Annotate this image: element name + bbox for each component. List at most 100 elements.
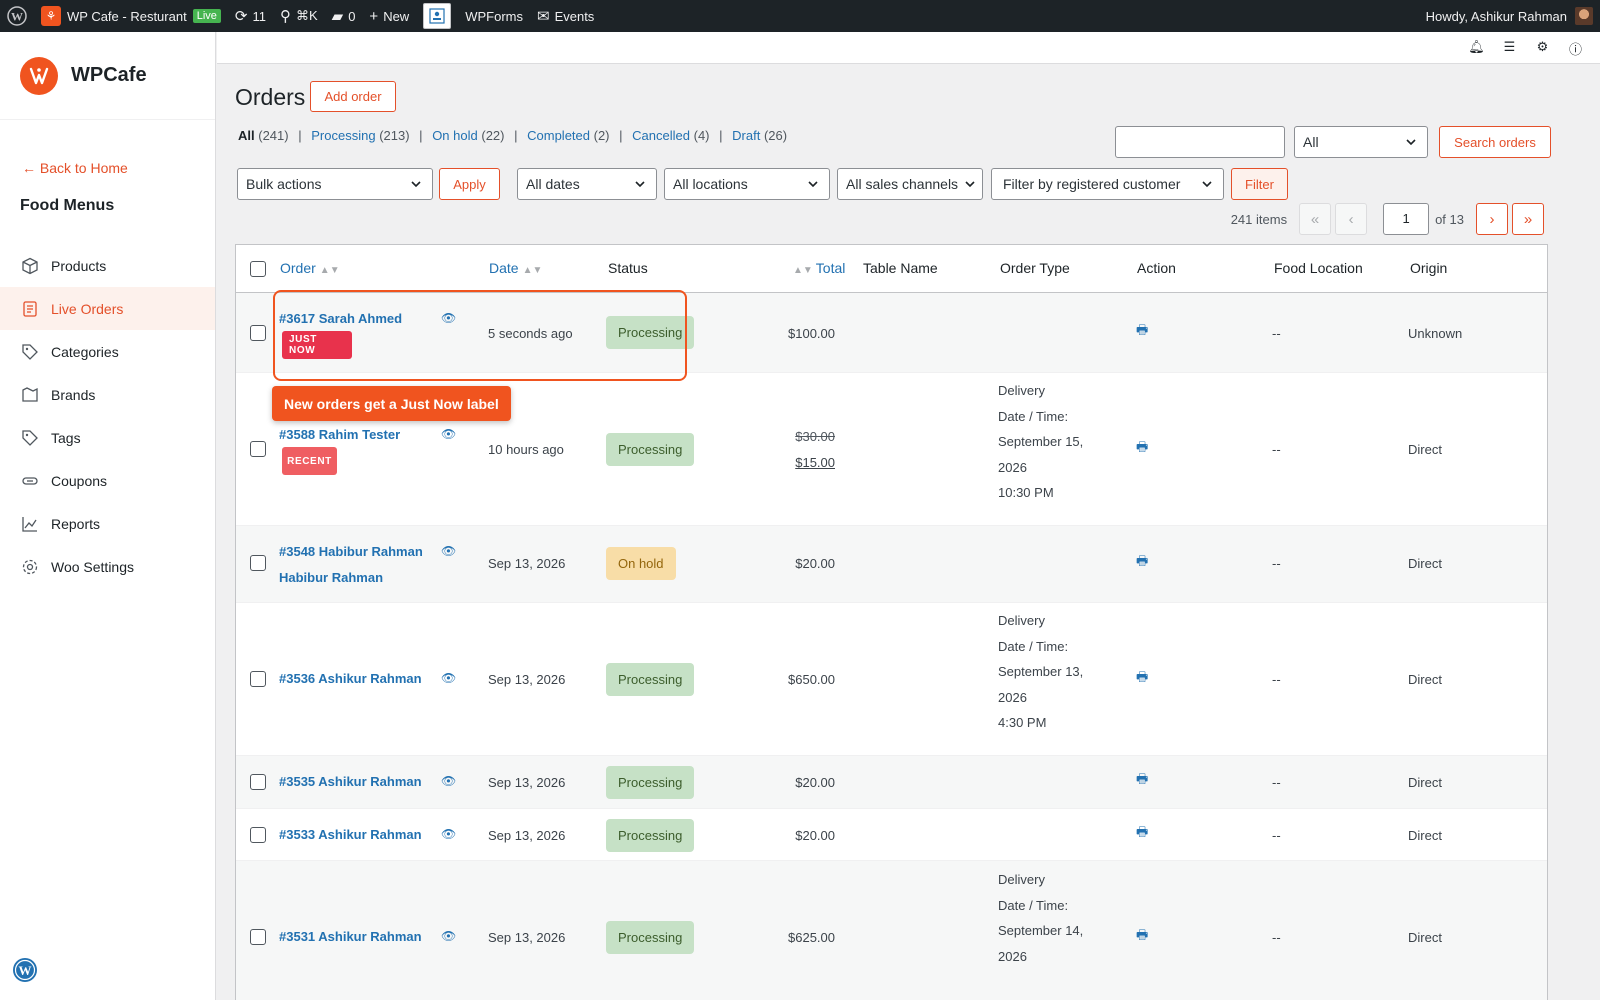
filter-count: (26) xyxy=(763,128,788,143)
table-row[interactable]: #3533 Ashikur Rahman 👁︎ Sep 13, 2026 Pro… xyxy=(236,809,1547,861)
sidebar-item-woo-settings[interactable]: Woo Settings xyxy=(0,545,215,588)
chevron-down-icon xyxy=(964,177,976,193)
select-all-checkbox[interactable] xyxy=(250,261,266,277)
order-link[interactable]: #3535 Ashikur Rahman xyxy=(279,774,422,789)
column-total[interactable]: ▲▼ Total xyxy=(793,260,845,276)
print-icon[interactable]: 🖶 xyxy=(1136,438,1148,460)
order-link[interactable]: #3531 Ashikur Rahman xyxy=(279,929,422,944)
order-link[interactable]: #3548 Habibur Rahman xyxy=(279,544,423,559)
order-link[interactable]: #3588 Rahim Tester xyxy=(279,427,400,442)
locations-select[interactable]: All locations xyxy=(664,168,830,200)
bulk-actions-select[interactable]: Bulk actions xyxy=(237,168,433,200)
order-link[interactable]: #3536 Ashikur Rahman xyxy=(279,671,422,686)
sidebar-item-tags[interactable]: Tags xyxy=(0,416,215,459)
print-icon[interactable]: 🖶 xyxy=(1136,926,1148,948)
command-search[interactable]: ⚲ ⌘K xyxy=(273,0,325,32)
separator: | xyxy=(514,128,518,143)
filter-button[interactable]: Filter xyxy=(1231,168,1288,200)
customer-filter-select[interactable]: Filter by registered customer xyxy=(991,168,1224,200)
print-icon[interactable]: 🖶 xyxy=(1136,668,1148,690)
row-checkbox[interactable] xyxy=(250,774,266,790)
search-icon: ⚲ xyxy=(279,8,291,25)
order-customer-name[interactable]: Habibur Rahman xyxy=(279,570,383,585)
add-order-button[interactable]: Add order xyxy=(310,81,396,112)
sidebar-item-products[interactable]: Products xyxy=(0,244,215,287)
row-checkbox[interactable] xyxy=(250,325,266,341)
print-icon[interactable]: 🖶 xyxy=(1136,823,1148,845)
wordpress-footer-icon[interactable]: W xyxy=(12,957,38,986)
back-to-home-link[interactable]: ← Back to Home xyxy=(22,160,128,176)
eye-icon[interactable]: 👁︎ xyxy=(441,544,456,558)
events-menu[interactable]: ✉ Events xyxy=(530,0,601,32)
updates-menu[interactable]: ⟳ 11 xyxy=(228,0,273,32)
order-link[interactable]: #3533 Ashikur Rahman xyxy=(279,827,422,842)
separator: | xyxy=(298,128,302,143)
apply-button[interactable]: Apply xyxy=(439,168,500,200)
pagination: 241 items « ‹ 1 of 13 › » xyxy=(1231,203,1548,235)
select-value: All locations xyxy=(673,176,748,192)
gear-icon[interactable]: ⚙ xyxy=(1526,39,1559,58)
row-checkbox[interactable] xyxy=(250,671,266,687)
bell-icon[interactable]: 🔔︎ xyxy=(1460,39,1493,58)
new-label: New xyxy=(383,8,410,24)
order-origin: Direct xyxy=(1408,556,1442,571)
search-orders-input[interactable] xyxy=(1115,126,1285,158)
filter-completed[interactable]: Completed xyxy=(527,128,590,143)
row-checkbox[interactable] xyxy=(250,555,266,571)
avatar xyxy=(1575,7,1593,25)
print-icon[interactable]: 🖶 xyxy=(1136,552,1148,574)
eye-icon[interactable]: 👁︎ xyxy=(441,427,456,441)
help-icon[interactable]: ⓘ xyxy=(1559,39,1592,58)
comments-menu[interactable]: ▰ 0 xyxy=(325,0,363,32)
first-page-button[interactable]: « xyxy=(1299,203,1332,235)
column-table-name: Table Name xyxy=(863,260,938,276)
sidebar-item-categories[interactable]: Categories xyxy=(0,330,215,373)
select-value: All xyxy=(1303,134,1319,150)
filter-cancelled[interactable]: Cancelled xyxy=(632,128,690,143)
sidebar-item-reports[interactable]: Reports xyxy=(0,502,215,545)
list-icon[interactable]: ☰ xyxy=(1493,39,1526,58)
search-orders-button[interactable]: Search orders xyxy=(1439,126,1551,158)
filter-on-hold[interactable]: On hold xyxy=(432,128,478,143)
column-date[interactable]: Date ▲▼ xyxy=(489,260,542,276)
tag-icon xyxy=(20,428,40,448)
print-icon[interactable]: 🖶 xyxy=(1136,770,1148,792)
column-order[interactable]: Order ▲▼ xyxy=(280,260,340,276)
filter-processing[interactable]: Processing xyxy=(311,128,375,143)
prev-page-button[interactable]: ‹ xyxy=(1335,203,1368,235)
eye-icon[interactable]: 👁︎ xyxy=(441,671,456,685)
order-date: Sep 13, 2026 xyxy=(488,930,566,945)
eye-icon[interactable]: 👁︎ xyxy=(441,929,456,943)
sidebar-item-coupons[interactable]: Coupons xyxy=(0,459,215,502)
last-page-button[interactable]: » xyxy=(1512,203,1544,235)
filter-all[interactable]: All xyxy=(238,128,255,143)
order-date: Sep 13, 2026 xyxy=(488,828,566,843)
sidebar-item-live-orders[interactable]: Live Orders xyxy=(0,287,215,330)
dates-select[interactable]: All dates xyxy=(517,168,657,200)
table-row[interactable]: #3536 Ashikur Rahman 👁︎ Sep 13, 2026 Pro… xyxy=(236,603,1547,756)
site-name-menu[interactable]: ⚘ WP Cafe - Resturant Live xyxy=(34,0,228,32)
new-content-menu[interactable]: + New xyxy=(362,0,416,32)
filter-draft[interactable]: Draft xyxy=(732,128,760,143)
brand[interactable]: WPCafe xyxy=(0,32,215,120)
table-row[interactable]: #3548 Habibur Rahman Habibur Rahman 👁︎ S… xyxy=(236,526,1547,603)
order-type: Delivery Date / Time: September 13, 2026… xyxy=(998,608,1083,736)
next-page-button[interactable]: › xyxy=(1476,203,1508,235)
sidebar-item-label: Coupons xyxy=(51,472,108,489)
wpforms-menu[interactable]: WPForms xyxy=(416,0,530,32)
sales-channels-select[interactable]: All sales channels xyxy=(837,168,983,200)
filter-count: (22) xyxy=(481,128,505,143)
wordpress-logo-icon[interactable]: W xyxy=(0,0,34,32)
sidebar-item-brands[interactable]: Brands xyxy=(0,373,215,416)
table-row[interactable]: #3535 Ashikur Rahman 👁︎ Sep 13, 2026 Pro… xyxy=(236,756,1547,809)
row-checkbox[interactable] xyxy=(250,827,266,843)
search-status-select[interactable]: All xyxy=(1294,126,1428,158)
eye-icon[interactable]: 👁︎ xyxy=(441,774,456,788)
print-icon[interactable]: 🖶 xyxy=(1136,321,1148,343)
account-menu[interactable]: Howdy, Ashikur Rahman xyxy=(1419,0,1600,32)
row-checkbox[interactable] xyxy=(250,929,266,945)
row-checkbox[interactable] xyxy=(250,441,266,457)
eye-icon[interactable]: 👁︎ xyxy=(441,827,456,841)
current-page-input[interactable]: 1 xyxy=(1383,203,1430,235)
table-row[interactable]: #3531 Ashikur Rahman 👁︎ Sep 13, 2026 Pro… xyxy=(236,861,1547,1000)
